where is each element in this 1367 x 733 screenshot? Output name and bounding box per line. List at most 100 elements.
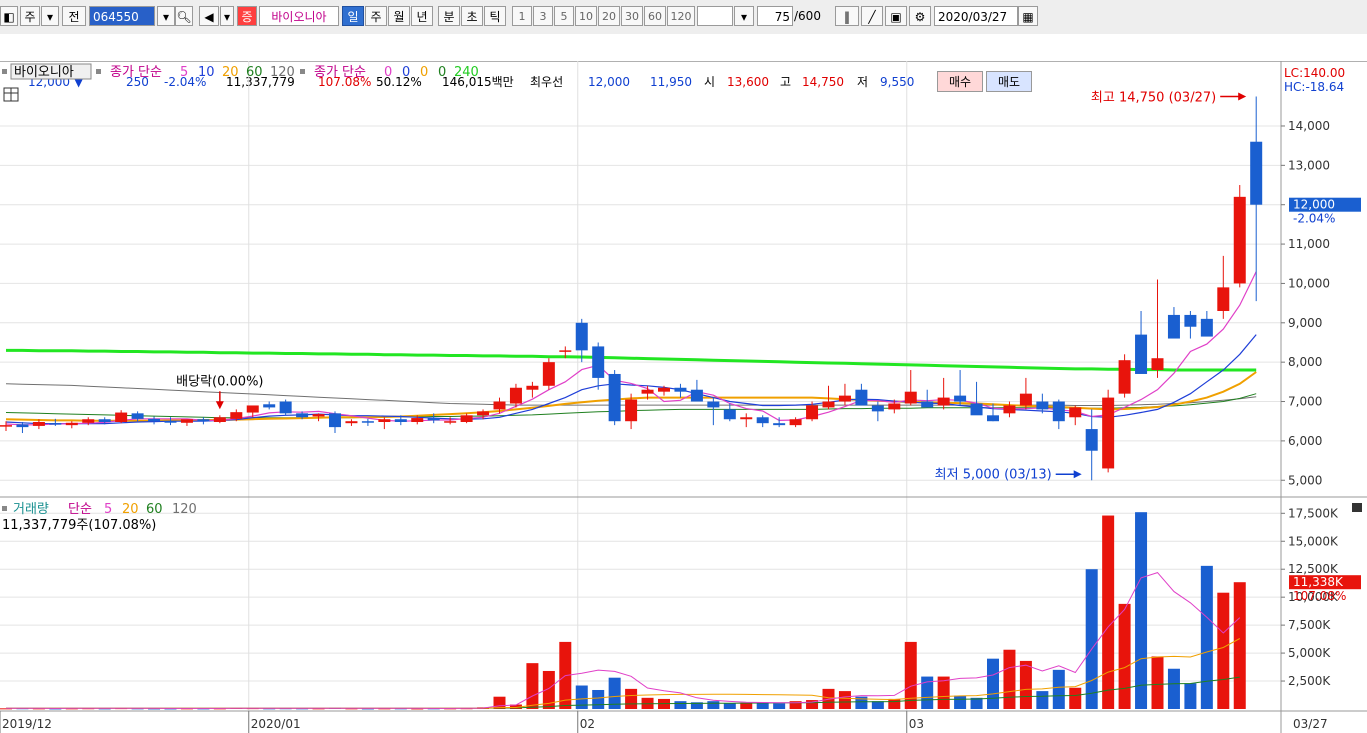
candle-body: [1184, 314, 1197, 327]
candle-body: [345, 421, 358, 424]
volume-bar: [1167, 668, 1180, 709]
candle-body: [1069, 407, 1082, 418]
volume-bar: [1102, 515, 1115, 709]
tab-tick[interactable]: 틱: [484, 6, 506, 26]
stock-name[interactable]: 바이오니아: [259, 6, 339, 26]
price-tick-label: 11,000: [1288, 237, 1330, 251]
tab-second[interactable]: 초: [461, 6, 483, 26]
volume-tick-label: 12,500K: [1288, 562, 1339, 576]
volume-bar: [526, 663, 539, 709]
count-input[interactable]: 75: [757, 6, 793, 26]
volume-value-label: 11,337,779주(107.08%): [2, 518, 156, 533]
candle-body: [1250, 141, 1263, 205]
legend-ma2-c: 0: [420, 65, 428, 80]
volume-bar: [1233, 582, 1246, 709]
candle-body: [559, 350, 572, 352]
candle-body: [904, 391, 917, 404]
candle-body: [164, 421, 177, 423]
volume-bar: [871, 701, 884, 709]
tab-year[interactable]: 년: [411, 6, 433, 26]
interval-30[interactable]: 30: [621, 6, 643, 26]
tab-month[interactable]: 월: [388, 6, 410, 26]
legend-ma120: 120: [270, 65, 295, 80]
volume-bar: [674, 701, 687, 709]
calendar-icon[interactable]: ▦: [1018, 6, 1038, 26]
candle-body: [625, 399, 638, 422]
volume-bar: [707, 701, 720, 709]
candle-body: [987, 415, 999, 422]
custom-interval-input[interactable]: [697, 6, 733, 26]
volume-bar: [987, 658, 999, 709]
scope-select[interactable]: 전: [62, 6, 86, 26]
candle-body: [658, 387, 670, 392]
chart-type-icon[interactable]: ‖: [835, 6, 859, 26]
save-icon[interactable]: ▣: [885, 6, 907, 26]
price-tick-label: 5,000: [1288, 473, 1322, 487]
tab-week[interactable]: 주: [365, 6, 387, 26]
candle-body: [378, 419, 391, 422]
price-tick-label: 9,000: [1288, 316, 1322, 330]
interval-60[interactable]: 60: [644, 6, 666, 26]
trendline-icon[interactable]: ╱: [861, 6, 883, 26]
date-input[interactable]: 2020/03/27: [934, 6, 1018, 26]
interval-10[interactable]: 10: [575, 6, 597, 26]
candle-body: [98, 419, 111, 422]
volume-bar: [1085, 569, 1098, 709]
candle-body: [246, 405, 259, 413]
tab-minute[interactable]: 분: [438, 6, 460, 26]
candle-body: [477, 411, 490, 416]
price-tick-label: 13,000: [1288, 158, 1330, 172]
interval-3[interactable]: 3: [533, 6, 553, 26]
interval-20[interactable]: 20: [598, 6, 620, 26]
menu-icon[interactable]: ◧: [0, 6, 18, 26]
volume-bar: [1003, 649, 1016, 709]
volume-tick-label: 17,500K: [1288, 506, 1339, 520]
volume-bar: [838, 691, 851, 709]
sound-dropdown-icon[interactable]: ▾: [220, 6, 234, 26]
volume-bars: [0, 512, 1246, 710]
interval-1[interactable]: 1: [512, 6, 532, 26]
candle-body: [1233, 196, 1246, 284]
candle-body: [888, 403, 901, 410]
stock-code-input[interactable]: 064550: [89, 6, 155, 26]
candle-body: [1217, 287, 1230, 311]
interval-120[interactable]: 120: [667, 6, 695, 26]
high-annotation: 최고 14,750 (03/27): [1091, 90, 1216, 105]
candle-body: [230, 412, 243, 419]
candle-body: [937, 397, 950, 406]
legend-ma5: 5: [180, 65, 188, 80]
market-select[interactable]: 주: [20, 6, 40, 26]
legend-ma2-title: 종가 단순: [314, 65, 366, 80]
candle-body: [723, 409, 736, 420]
candle-body: [855, 389, 868, 406]
code-dropdown-icon[interactable]: ▾: [157, 6, 175, 26]
panel-close-icon[interactable]: [1352, 503, 1362, 512]
stock-chart[interactable]: 14,000 13,000 12,000 11,000 10,000 9,000 8,000…: [0, 61, 1367, 733]
sound-icon[interactable]: ◀: [199, 6, 219, 26]
dividend-arrow-head-icon: [215, 401, 224, 410]
dividend-annotation: 배당락(0.00%): [176, 374, 263, 389]
search-icon[interactable]: 🔍︎: [175, 6, 193, 26]
legend-ma20: 20: [222, 65, 239, 80]
candle-body: [32, 421, 45, 426]
interval-5[interactable]: 5: [554, 6, 574, 26]
volume-legend-ma60: 60: [146, 502, 163, 517]
lc-label: LC:140.00: [1284, 66, 1345, 80]
date-tick-label: 03: [909, 717, 924, 731]
price-tick-label: 7,000: [1288, 395, 1322, 409]
market-dropdown-icon[interactable]: ▾: [41, 6, 59, 26]
volume-bar: [740, 703, 753, 709]
candle-body: [180, 419, 193, 423]
current-price-tag: 12,000 -2.04%: [1289, 197, 1361, 226]
candle-body: [921, 401, 934, 408]
candle-body: [427, 418, 440, 421]
volume-ma-lines: [6, 572, 1241, 709]
gear-icon[interactable]: ⚙: [909, 6, 931, 26]
tab-day[interactable]: 일: [342, 6, 364, 26]
volume-bar: [625, 688, 638, 709]
candle-body: [575, 322, 588, 351]
current-price-tag-text: 12,000: [1293, 198, 1335, 212]
candle-body: [871, 405, 884, 412]
volume-bar: [1019, 660, 1032, 709]
custom-interval-dropdown-icon[interactable]: ▾: [734, 6, 754, 26]
